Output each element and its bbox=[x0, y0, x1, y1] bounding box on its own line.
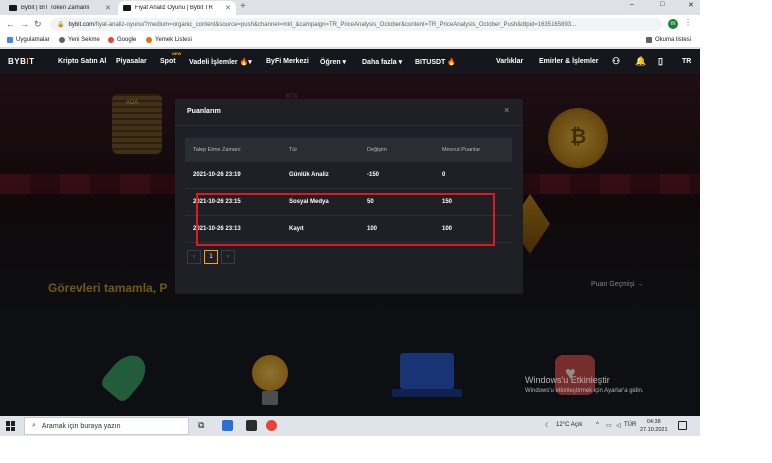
nav-vadeli-islemler[interactable]: Vadeli İşlemler 🔥▾ bbox=[189, 58, 252, 66]
tab-bybit-bit-token[interactable]: Bybit | BIT Token Zamanlı ✕ bbox=[4, 1, 116, 15]
bybit-logo[interactable]: BYBIT bbox=[8, 57, 35, 66]
forward-icon[interactable]: → bbox=[20, 19, 29, 29]
network-icon[interactable]: ▭ bbox=[606, 422, 612, 429]
minimize-button[interactable]: – bbox=[630, 1, 634, 8]
lock-icon: 🔒 bbox=[57, 22, 65, 28]
weather-text[interactable]: 12°C Açık bbox=[556, 422, 582, 428]
nav-daha-fazla[interactable]: Daha fazla ▾ bbox=[362, 58, 402, 66]
menu-kebab-icon[interactable]: ⋮ bbox=[684, 18, 692, 27]
weather-icon[interactable]: ☾ bbox=[545, 422, 550, 429]
new-badge: NEW bbox=[172, 51, 182, 56]
nav-varliklar[interactable]: Varlıklar bbox=[496, 58, 523, 65]
cell-type: Günlük Analiz bbox=[289, 172, 329, 178]
nav-bitusdt[interactable]: BITUSDT 🔥 bbox=[415, 58, 456, 66]
maximize-button[interactable]: □ bbox=[660, 1, 664, 8]
desktop-screen: Bybit | BIT Token Zamanlı ✕ Fiyat Analiz… bbox=[0, 0, 700, 436]
nav-ogren[interactable]: Öğren ▾ bbox=[320, 58, 346, 66]
red-annotation-box bbox=[196, 193, 495, 246]
clock[interactable]: 04:38 27.10.2021 bbox=[640, 418, 668, 434]
bookmark-yemek-listesi[interactable]: Yemek Listesi bbox=[146, 37, 192, 43]
clock-date: 27.10.2021 bbox=[640, 427, 668, 433]
bookmark-favicon bbox=[146, 37, 152, 43]
back-icon[interactable]: ← bbox=[6, 19, 15, 29]
tab-title: Fiyat Analiz Oyunu | Bybit TR bbox=[135, 5, 213, 11]
windows-start-icon[interactable] bbox=[6, 421, 16, 431]
browser-tab-strip: Bybit | BIT Token Zamanlı ✕ Fiyat Analiz… bbox=[0, 0, 700, 15]
reload-icon[interactable]: ↻ bbox=[34, 19, 42, 30]
close-tab-icon[interactable]: ✕ bbox=[105, 4, 111, 12]
new-tab-button[interactable]: + bbox=[240, 1, 246, 12]
store-icon[interactable] bbox=[246, 420, 257, 431]
bookmark-new-tab[interactable]: Yeni Sekme bbox=[59, 37, 100, 43]
clock-time: 04:38 bbox=[646, 419, 661, 425]
taskbar-search-input[interactable]: ⌕ Aramak için buraya yazın bbox=[24, 417, 189, 435]
col-header-current: Mevcut Puanlar bbox=[442, 147, 481, 153]
tab-title: Bybit | BIT Token Zamanlı bbox=[21, 5, 90, 11]
page-1-button[interactable]: 1 bbox=[204, 250, 218, 264]
bookmark-apps[interactable]: Uygulamalar bbox=[7, 37, 50, 43]
browser-toolbar: ← → ↻ 🔒 bybit.com/fiyat-analiz-oyunu/?me… bbox=[0, 15, 700, 34]
reading-list[interactable]: Okuma listesi bbox=[646, 37, 691, 43]
google-icon bbox=[108, 37, 114, 43]
nav-piyasalar[interactable]: Piyasalar bbox=[116, 58, 147, 65]
reading-list-icon bbox=[646, 37, 652, 43]
globe-icon bbox=[59, 37, 65, 43]
language-selector[interactable]: TR bbox=[682, 58, 691, 65]
nav-byfi-merkezi[interactable]: ByFi Merkezi bbox=[266, 58, 309, 65]
tray-chevron-icon[interactable]: ^ bbox=[596, 422, 599, 428]
user-icon[interactable]: ⚇ bbox=[612, 56, 620, 67]
close-window-button[interactable]: ✕ bbox=[688, 1, 694, 9]
nav-kripto-satin-al[interactable]: Kripto Satın Al bbox=[58, 58, 106, 65]
tab-fiyat-analiz[interactable]: Fiyat Analiz Oyunu | Bybit TR ✕ bbox=[118, 1, 236, 15]
close-tab-icon[interactable]: ✕ bbox=[225, 4, 231, 12]
chrome-icon[interactable] bbox=[266, 420, 277, 431]
points-table-header: Talep Etme Zamanı Tür Değişim Mevcut Pua… bbox=[185, 138, 512, 162]
bookmark-google[interactable]: Google bbox=[108, 37, 136, 43]
table-row: 2021-10-26 23:19 Günlük Analiz -150 0 bbox=[185, 162, 512, 189]
keyboard-language[interactable]: TÜR bbox=[624, 422, 636, 428]
close-icon[interactable]: × bbox=[504, 105, 509, 115]
search-icon: ⌕ bbox=[32, 422, 36, 429]
windows-taskbar: ⌕ Aramak için buraya yazın ⧉ ☾ 12°C Açık… bbox=[0, 416, 700, 436]
col-header-change: Değişim bbox=[367, 147, 387, 153]
volume-icon[interactable]: ◁ bbox=[616, 422, 621, 429]
bybit-favicon bbox=[123, 5, 131, 11]
nav-spot[interactable]: Spot bbox=[160, 58, 176, 65]
edge-browser-icon[interactable] bbox=[222, 420, 233, 431]
cell-time: 2021-10-26 23:19 bbox=[193, 172, 241, 178]
pagination: ‹ 1 › bbox=[187, 250, 235, 264]
col-header-type: Tür bbox=[289, 147, 298, 153]
next-page-button[interactable]: › bbox=[221, 250, 235, 264]
cell-current: 0 bbox=[442, 172, 446, 178]
prev-page-button[interactable]: ‹ bbox=[187, 250, 201, 264]
cell-change: -150 bbox=[367, 172, 380, 178]
profile-avatar[interactable]: m bbox=[668, 19, 678, 29]
task-view-icon[interactable]: ⧉ bbox=[198, 420, 209, 431]
windows-activation-subtitle: Windows'u etkinleştirmek için Ayarlar'a … bbox=[525, 388, 644, 394]
url-path: /fiyat-analiz-oyunu/?medium=organic_cont… bbox=[94, 21, 577, 28]
col-header-time: Talep Etme Zamanı bbox=[193, 147, 241, 153]
url-host: bybit.com bbox=[68, 21, 95, 28]
nav-emirler-islemler[interactable]: Emirler & İşlemler bbox=[539, 58, 599, 65]
apps-grid-icon bbox=[7, 37, 13, 43]
bybit-favicon bbox=[9, 5, 17, 11]
site-header: BYBIT Kripto Satın Al Piyasalar Spot NEW… bbox=[0, 49, 700, 74]
modal-divider bbox=[175, 125, 523, 126]
modal-title: Puanlarım bbox=[187, 108, 221, 115]
address-bar[interactable]: 🔒 bybit.com/fiyat-analiz-oyunu/?medium=o… bbox=[50, 18, 662, 31]
notification-center-icon[interactable] bbox=[678, 421, 687, 430]
bookmarks-bar: Uygulamalar Yeni Sekme Google Yemek List… bbox=[0, 34, 700, 48]
bell-icon[interactable]: 🔔 bbox=[635, 56, 646, 67]
mobile-icon[interactable]: ▯ bbox=[658, 56, 663, 67]
windows-activation-title: Windows'u Etkinleştir bbox=[525, 375, 610, 385]
